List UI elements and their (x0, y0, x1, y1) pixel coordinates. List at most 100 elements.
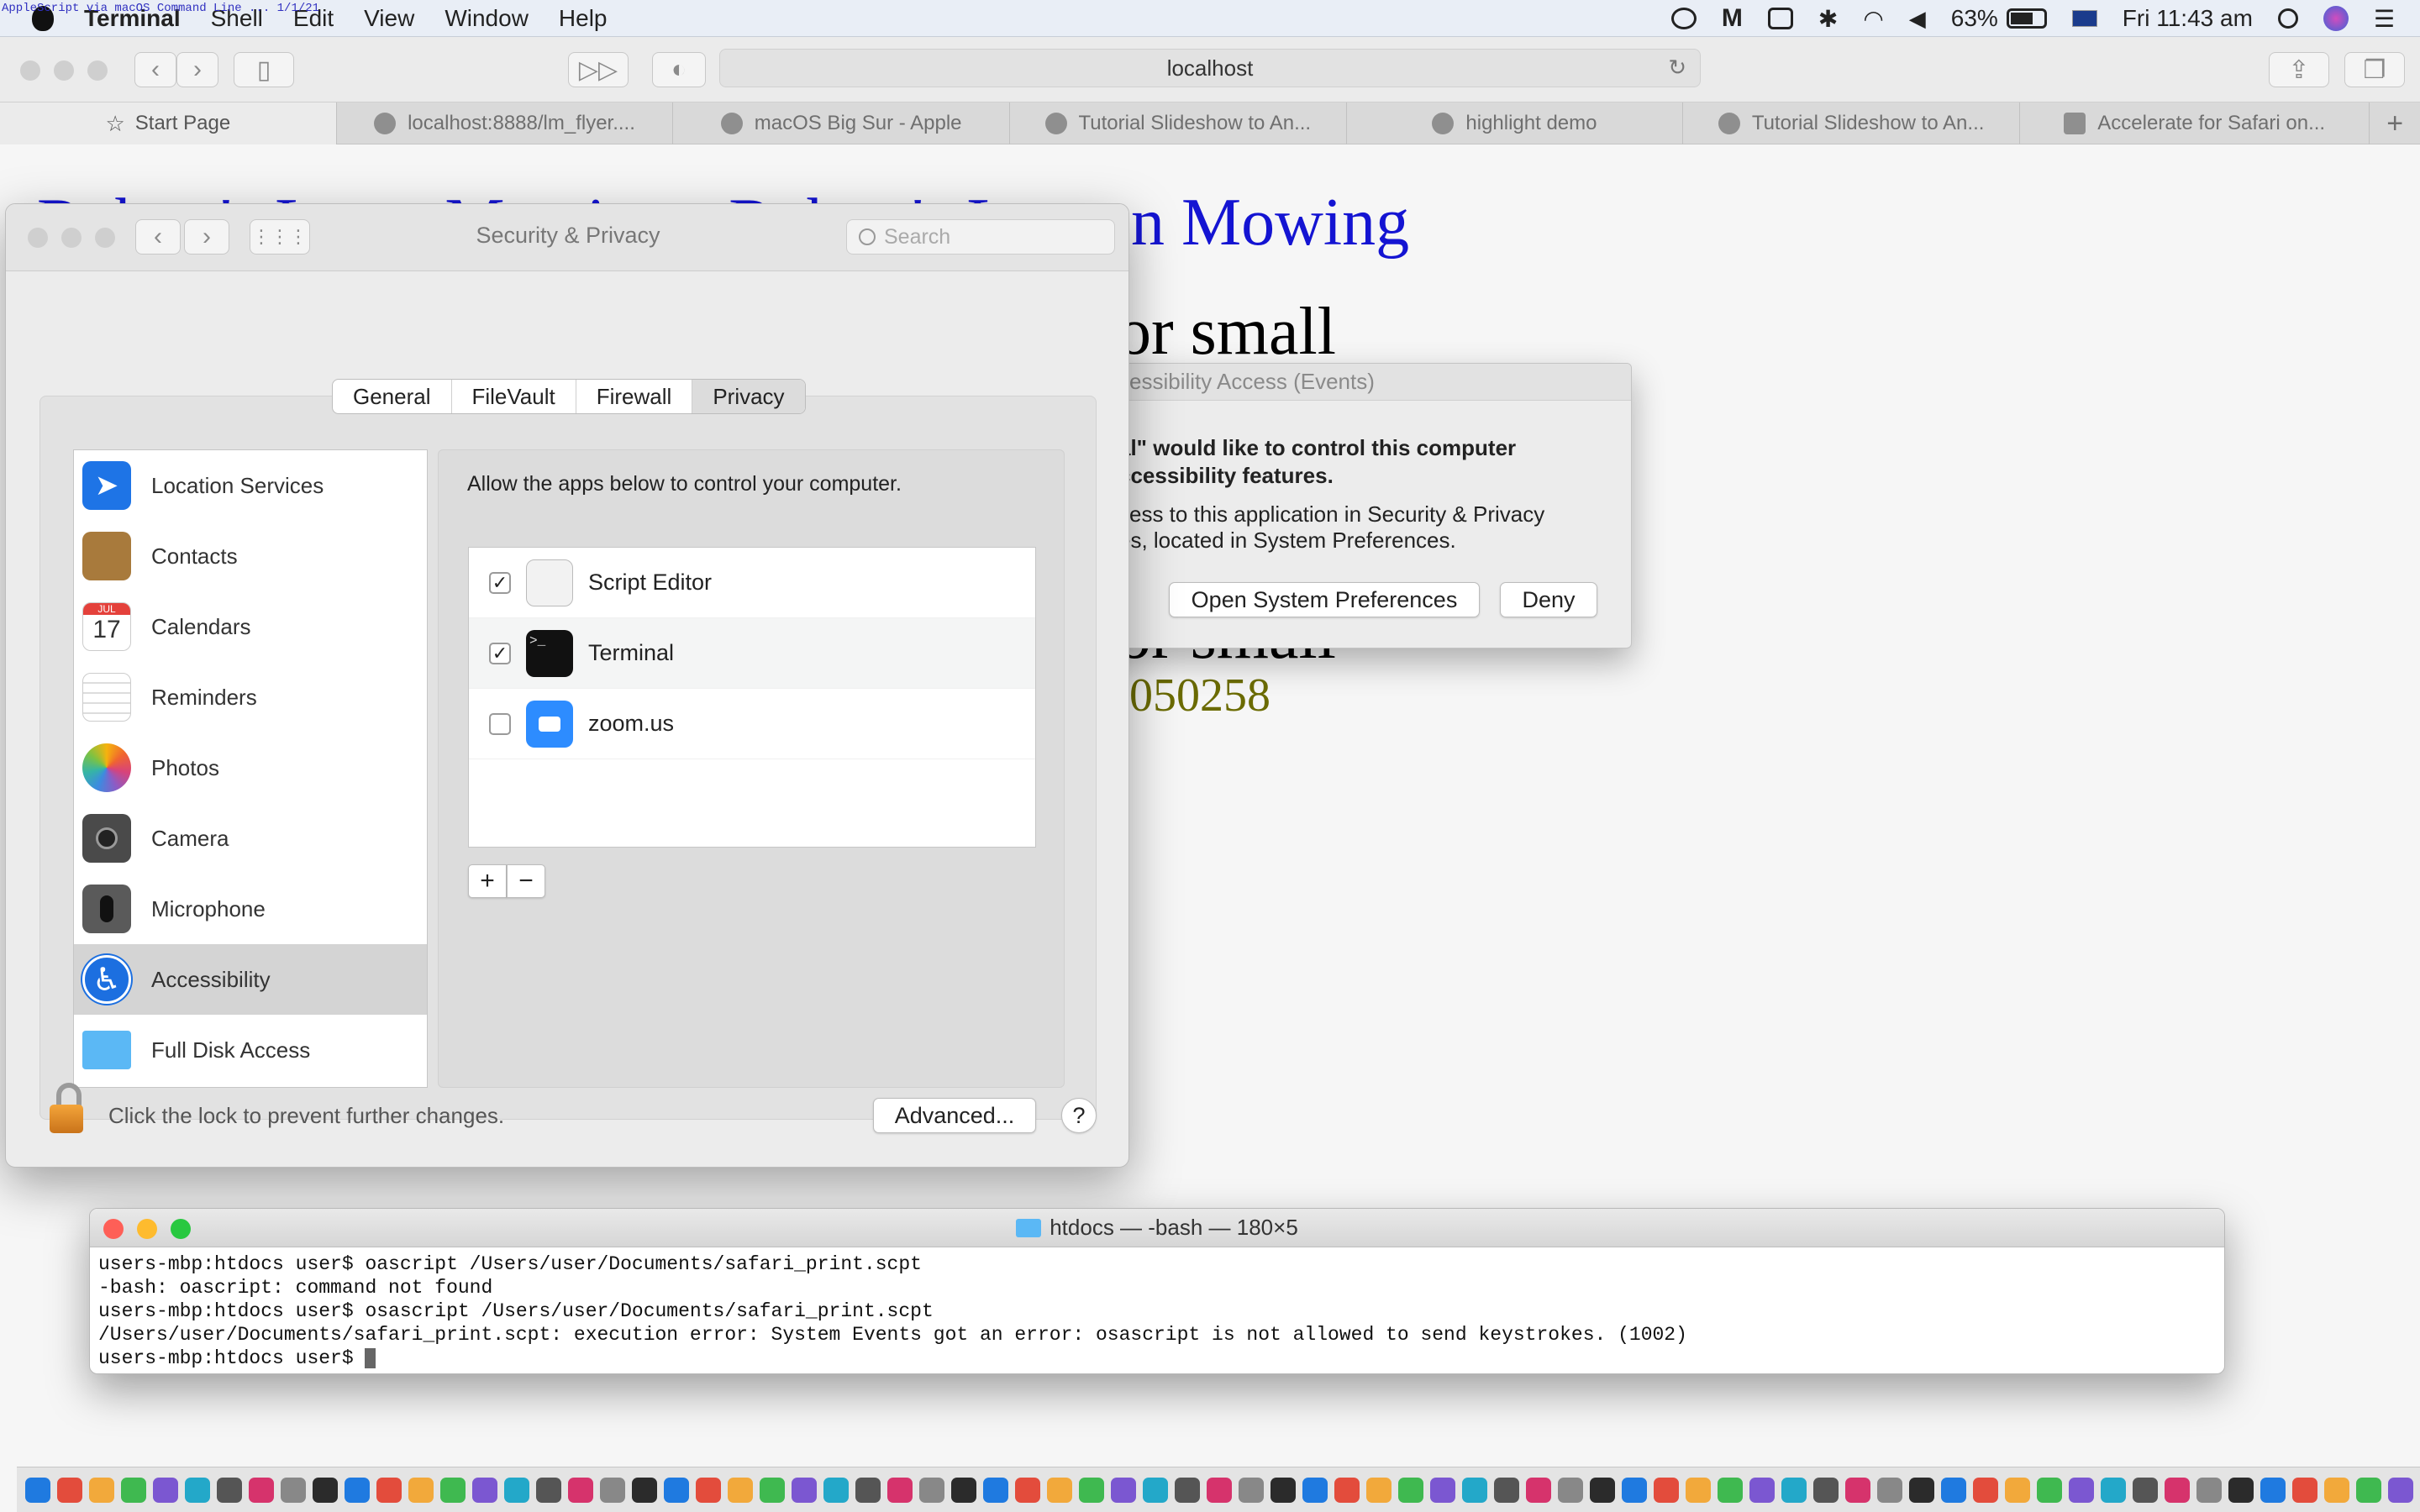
dock-app-icon[interactable] (1558, 1477, 1583, 1503)
list-item[interactable]: ✓ Script Editor (469, 548, 1035, 618)
padlock-icon[interactable] (45, 1083, 92, 1137)
dock-app-icon[interactable] (1526, 1477, 1551, 1503)
dock-app-icon[interactable] (792, 1477, 817, 1503)
add-app-button[interactable]: + (468, 864, 507, 898)
input-source-flag-icon[interactable] (2071, 10, 2097, 27)
dock-app-icon[interactable] (57, 1477, 82, 1503)
terminal-close-button[interactable] (103, 1219, 124, 1239)
dock-app-icon[interactable] (2356, 1477, 2381, 1503)
deny-button[interactable]: Deny (1500, 582, 1597, 617)
dock-app-icon[interactable] (281, 1477, 306, 1503)
terminal-zoom-button[interactable] (171, 1219, 191, 1239)
malwarebytes-icon[interactable]: M (1722, 4, 1743, 33)
siri-icon[interactable] (2323, 6, 2349, 31)
prefs-close-button[interactable] (28, 228, 48, 248)
dock-app-icon[interactable] (1366, 1477, 1392, 1503)
dock-app-icon[interactable] (2324, 1477, 2349, 1503)
dock-app-icon[interactable] (1686, 1477, 1711, 1503)
dock-app-icon[interactable] (1781, 1477, 1807, 1503)
dock-app-icon[interactable] (25, 1477, 50, 1503)
menubar-clock[interactable]: Fri 11:43 am (2123, 5, 2253, 32)
dock-app-icon[interactable] (1015, 1477, 1040, 1503)
terminal-prompt-line[interactable]: users-mbp:htdocs user$ (90, 1347, 2224, 1370)
tab-start-page[interactable]: ☆ Start Page (0, 102, 337, 144)
prefs-minimize-button[interactable] (61, 228, 82, 248)
dock-app-icon[interactable] (2260, 1477, 2286, 1503)
dock-app-icon[interactable] (855, 1477, 881, 1503)
tab-tutorial-slideshow-2[interactable]: Tutorial Slideshow to An... (1683, 102, 2020, 144)
address-bar[interactable]: localhost ↻ (719, 49, 1701, 87)
dock-app-icon[interactable] (664, 1477, 689, 1503)
open-system-preferences-button[interactable]: Open System Preferences (1169, 582, 1480, 617)
shield-icon[interactable]: ◐ (652, 52, 706, 87)
tab-general[interactable]: General (333, 380, 452, 413)
dock-app-icon[interactable] (1877, 1477, 1902, 1503)
window-zoom-button[interactable] (87, 60, 108, 81)
tab-tutorial-slideshow-1[interactable]: Tutorial Slideshow to An... (1010, 102, 1347, 144)
sidebar-item-reminders[interactable]: Reminders (74, 662, 427, 732)
share-icon[interactable]: ⇪ (2269, 52, 2329, 87)
dock-app-icon[interactable] (1845, 1477, 1870, 1503)
status-tool-icon[interactable] (1670, 8, 1697, 29)
help-button[interactable]: ? (1061, 1098, 1097, 1133)
list-item[interactable]: zoom.us (469, 689, 1035, 759)
zoom-checkbox[interactable] (489, 712, 511, 735)
window-minimize-button[interactable] (54, 60, 74, 81)
reader-forward-icon[interactable]: ▷▷ (568, 52, 629, 87)
sidebar-item-calendars[interactable]: JUL 17 Calendars (74, 591, 427, 662)
dock-app-icon[interactable] (89, 1477, 114, 1503)
dock-app-icon[interactable] (951, 1477, 976, 1503)
dock-app-icon[interactable] (345, 1477, 370, 1503)
dock-app-icon[interactable] (1462, 1477, 1487, 1503)
airplay-icon[interactable] (1767, 8, 1793, 29)
spotlight-search-icon[interactable] (2277, 8, 2298, 29)
dock-app-icon[interactable] (760, 1477, 785, 1503)
dock-app-icon[interactable] (1175, 1477, 1200, 1503)
dock-app-icon[interactable] (1207, 1477, 1232, 1503)
dock-app-icon[interactable] (536, 1477, 561, 1503)
dock-app-icon[interactable] (1111, 1477, 1136, 1503)
tab-firewall[interactable]: Firewall (576, 380, 693, 413)
dock-app-icon[interactable] (696, 1477, 721, 1503)
dock-app-icon[interactable] (1302, 1477, 1328, 1503)
dock-app-icon[interactable] (600, 1477, 625, 1503)
tab-highlight-demo[interactable]: highlight demo (1347, 102, 1684, 144)
dock-app-icon[interactable] (2133, 1477, 2158, 1503)
dock-app-icon[interactable] (728, 1477, 753, 1503)
dock-app-icon[interactable] (440, 1477, 466, 1503)
tab-privacy[interactable]: Privacy (692, 380, 805, 413)
dock-app-icon[interactable] (1143, 1477, 1168, 1503)
dock-app-icon[interactable] (472, 1477, 497, 1503)
menu-help[interactable]: Help (559, 5, 608, 32)
sidebar-toggle-icon[interactable]: ▯ (234, 52, 294, 87)
show-all-grid-icon[interactable]: ⋮⋮⋮ (250, 219, 310, 255)
dock-app-icon[interactable] (2005, 1477, 2030, 1503)
dock-app-icon[interactable] (919, 1477, 944, 1503)
menu-window[interactable]: Window (445, 5, 529, 32)
dock-app-icon[interactable] (1718, 1477, 1743, 1503)
dock-app-icon[interactable] (249, 1477, 274, 1503)
advanced-button[interactable]: Advanced... (873, 1098, 1036, 1133)
menu-view[interactable]: View (364, 5, 414, 32)
dock-app-icon[interactable] (153, 1477, 178, 1503)
new-tab-button[interactable]: + (2370, 102, 2420, 144)
tab-filevault[interactable]: FileVault (452, 380, 576, 413)
window-close-button[interactable] (20, 60, 40, 81)
forward-button[interactable]: › (176, 52, 218, 87)
tab-macos-big-sur[interactable]: macOS Big Sur - Apple (673, 102, 1010, 144)
dock-app-icon[interactable] (2069, 1477, 2094, 1503)
dock-app-icon[interactable] (2388, 1477, 2413, 1503)
tab-accelerate-safari[interactable]: Accelerate for Safari on... (2020, 102, 2370, 144)
dock-app-icon[interactable] (632, 1477, 657, 1503)
dock-app-icon[interactable] (1973, 1477, 1998, 1503)
dock-app-icon[interactable] (1334, 1477, 1360, 1503)
dock-app-icon[interactable] (1398, 1477, 1423, 1503)
dock-app-icon[interactable] (2196, 1477, 2222, 1503)
dock-app-icon[interactable] (1654, 1477, 1679, 1503)
tab-overview-icon[interactable]: ❐ (2344, 52, 2405, 87)
dock-app-icon[interactable] (568, 1477, 593, 1503)
dock-app-icon[interactable] (313, 1477, 338, 1503)
sidebar-item-accessibility[interactable]: ♿ Accessibility (74, 944, 427, 1015)
dock-app-icon[interactable] (1749, 1477, 1775, 1503)
dock-app-icon[interactable] (1079, 1477, 1104, 1503)
